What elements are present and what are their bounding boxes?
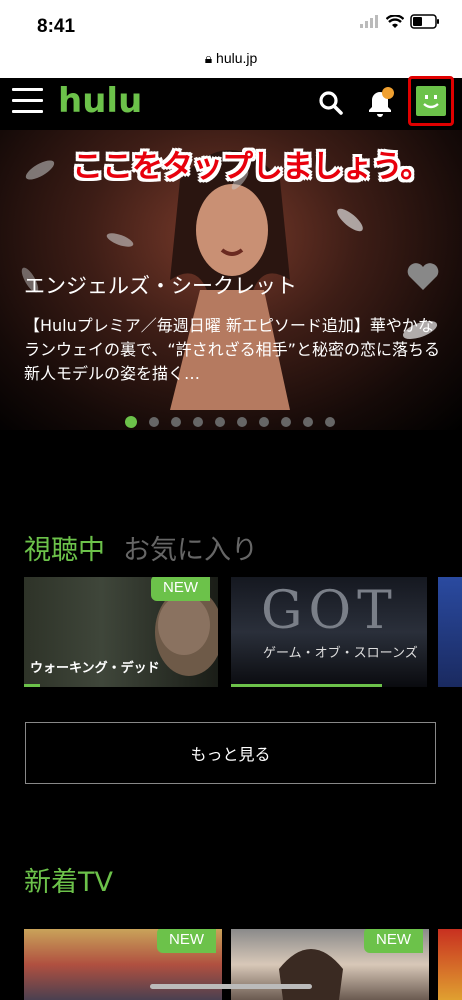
tab-favorites[interactable]: お気に入り [123,528,258,567]
carousel-dot[interactable] [125,416,137,428]
thumbnail-caption: ウォーキング・デッド [30,661,160,676]
signal-icon [360,15,378,28]
carousel-dot[interactable] [171,417,181,427]
top-nav: hulu [0,78,462,130]
carousel-dot[interactable] [303,417,313,427]
notification-bell-icon[interactable] [364,86,396,120]
favorite-heart-icon[interactable] [406,262,440,292]
battery-icon [410,14,439,29]
carousel-dot[interactable] [149,417,159,427]
carousel-dot[interactable] [237,417,247,427]
lock-icon: 🔒︎ [204,50,213,66]
url-text: hulu.jp [216,50,258,66]
status-bar: 8:41 🔒︎ hulu.jp [0,0,462,78]
hamburger-menu-icon[interactable] [12,88,43,118]
hero-title[interactable]: エンジェルズ・シークレット [24,270,297,300]
new-badge: NEW [151,577,210,601]
watch-progress-bar [24,684,40,687]
watching-item-walking-dead[interactable]: NEW ウォーキング・デッド [24,577,218,687]
search-icon[interactable] [318,90,344,116]
new-tv-item[interactable]: NEW [24,929,222,1000]
new-badge: NEW [157,929,216,953]
new-tv-item-partial[interactable] [438,929,462,1000]
new-badge: NEW [364,929,423,953]
watching-item-game-of-thrones[interactable]: GOT ゲーム・オブ・スローンズ [231,577,427,687]
new-tv-heading: 新着TV [24,867,113,898]
profile-smiley-icon [416,86,446,116]
status-icons [360,14,440,29]
watch-progress-bar [231,684,382,687]
carousel-dot[interactable] [281,417,291,427]
watching-item-partial[interactable] [438,577,462,687]
carousel-dot[interactable] [193,417,203,427]
hero-description: 【Huluプレミア／毎週日曜 新エピソード追加】華やかなランウェイの裏で、“許さ… [24,316,440,383]
profile-button[interactable] [408,76,454,126]
new-tv-item[interactable]: NEW [231,929,429,1000]
tap-here-callout: ここをタップしましょう。 [72,149,431,185]
carousel-dot[interactable] [325,417,335,427]
carousel-dot[interactable] [215,417,225,427]
carousel-dot[interactable] [259,417,269,427]
wifi-icon [386,14,404,28]
home-indicator [150,984,312,989]
see-more-button[interactable]: もっと見る [25,722,436,784]
carousel-dots [125,416,335,428]
section-tabs: 視聴中 お気に入り [24,528,258,567]
address-bar[interactable]: 🔒︎ hulu.jp [0,50,462,67]
thumbnail-art-text: GOT [261,581,398,641]
status-time: 8:41 [37,16,76,37]
hulu-logo[interactable]: hulu [58,81,142,121]
tab-watching[interactable]: 視聴中 [24,528,105,567]
thumbnail-caption: ゲーム・オブ・スローンズ [263,646,418,661]
